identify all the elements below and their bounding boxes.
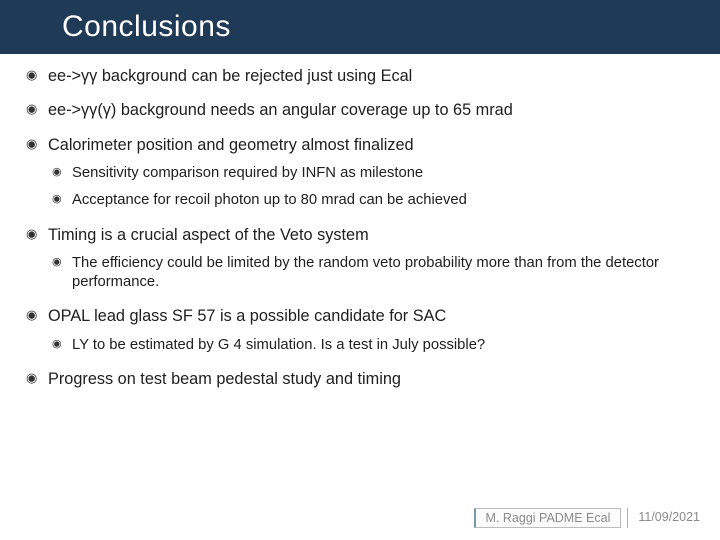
title-bar: Conclusions xyxy=(0,0,720,54)
sub-bullet-text: Sensitivity comparison required by INFN … xyxy=(72,165,423,181)
sub-bullet-item: Sensitivity comparison required by INFN … xyxy=(48,164,690,183)
footer-date: 11/09/2021 xyxy=(627,508,710,528)
sub-bullet-text: Acceptance for recoil photon up to 80 mr… xyxy=(72,192,467,208)
bullet-text: Progress on test beam pedestal study and… xyxy=(48,370,401,388)
footer-author: M. Raggi PADME Ecal xyxy=(474,508,622,528)
footer: M. Raggi PADME Ecal 11/09/2021 xyxy=(474,508,710,528)
sub-list: The efficiency could be limited by the r… xyxy=(48,254,690,292)
bullet-item: Timing is a crucial aspect of the Veto s… xyxy=(24,225,690,293)
bullet-list: ee->γγ background can be rejected just u… xyxy=(24,66,690,389)
bullet-text: Timing is a crucial aspect of the Veto s… xyxy=(48,226,369,244)
slide-title: Conclusions xyxy=(62,10,231,44)
sub-bullet-text: LY to be estimated by G 4 simulation. Is… xyxy=(72,337,485,353)
sub-list: LY to be estimated by G 4 simulation. Is… xyxy=(48,336,690,355)
bullet-item: ee->γγ(γ) background needs an angular co… xyxy=(24,100,690,120)
bullet-text: ee->γγ background can be rejected just u… xyxy=(48,67,412,85)
sub-bullet-text: The efficiency could be limited by the r… xyxy=(72,255,659,290)
sub-bullet-item: The efficiency could be limited by the r… xyxy=(48,254,690,292)
bullet-item: ee->γγ background can be rejected just u… xyxy=(24,66,690,86)
bullet-item: Progress on test beam pedestal study and… xyxy=(24,369,690,389)
sub-bullet-item: Acceptance for recoil photon up to 80 mr… xyxy=(48,191,690,210)
bullet-text: OPAL lead glass SF 57 is a possible cand… xyxy=(48,307,446,325)
slide-body: ee->γγ background can be rejected just u… xyxy=(0,54,720,540)
bullet-text: ee->γγ(γ) background needs an angular co… xyxy=(48,101,513,119)
slide: Conclusions ee->γγ background can be rej… xyxy=(0,0,720,540)
sub-bullet-item: LY to be estimated by G 4 simulation. Is… xyxy=(48,336,690,355)
bullet-item: Calorimeter position and geometry almost… xyxy=(24,135,690,211)
bullet-text: Calorimeter position and geometry almost… xyxy=(48,136,414,154)
sub-list: Sensitivity comparison required by INFN … xyxy=(48,164,690,210)
bullet-item: OPAL lead glass SF 57 is a possible cand… xyxy=(24,306,690,355)
